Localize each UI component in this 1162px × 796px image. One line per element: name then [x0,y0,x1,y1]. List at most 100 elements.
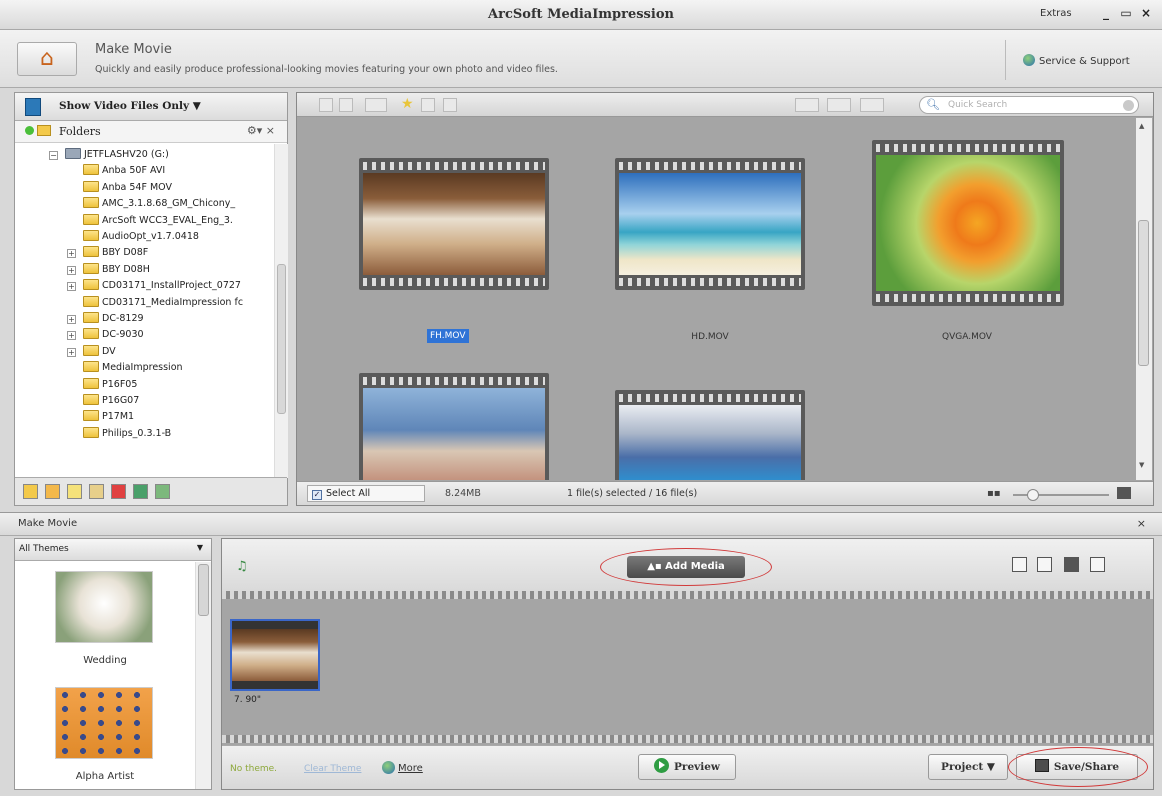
expand-icon[interactable]: + [67,249,76,259]
text-edit-icon[interactable] [1064,557,1079,572]
media-grid: FH.MOV HD.MOV QVGA.MOV [297,118,1135,480]
expand-icon[interactable]: + [67,331,76,341]
expand-icon[interactable]: + [67,265,76,275]
folder-tree-item[interactable]: + DC-9030 [67,328,144,344]
folder-tree-item[interactable]: − JETFLASHV20 (G:) [49,148,169,164]
rotate-left-icon[interactable] [319,98,333,112]
file-name-fh[interactable]: FH.MOV [427,329,469,343]
folder-tree-item[interactable]: ArcSoft WCC3_EVAL_Eng_3. [83,213,233,230]
clear-theme-link[interactable]: Clear Theme [304,764,361,774]
trash-icon[interactable] [1090,557,1105,572]
media-view-icon[interactable] [155,484,170,499]
folder-tree-item[interactable]: + DC-8129 [67,312,144,328]
search-icon: 🔍︎ [926,98,940,111]
media-thumbnail-qvga[interactable] [872,140,1064,306]
sort-icon[interactable] [827,98,851,112]
folder-tree-label: P17M1 [102,411,135,423]
play-icon [654,758,670,773]
folder-tree-item[interactable]: AMC_3.1.8.68_GM_Chicony_ [83,197,235,213]
folder-tree-item[interactable]: P17M1 [83,410,134,426]
rotate-left-icon[interactable] [1012,557,1027,572]
media-thumbnail-pool[interactable] [615,390,805,480]
folder-tree-item[interactable]: P16F05 [83,377,137,394]
folder-tree-item[interactable]: AudioOpt_v1.7.0418 [83,230,199,246]
select-all-checkbox[interactable]: ✓ Select All [307,485,425,502]
minimize-button[interactable]: _ [1098,6,1114,22]
folder-tree-item[interactable]: Anba 50F AVI [83,164,165,180]
photo-tag-icon[interactable] [133,484,148,499]
themes-scrollbar[interactable] [195,562,211,789]
quick-search-input[interactable]: 🔍︎ Quick Search [919,96,1139,114]
collapse-icon[interactable]: − [49,151,58,160]
file-filter-dropdown[interactable]: Show Video Files Only ▼ [15,93,287,121]
theme-wedding-label[interactable]: Wedding [35,655,175,666]
folder-tree-item[interactable]: + CD03171_InstallProject_0727 [67,279,241,295]
folders-view-icon[interactable] [23,484,38,499]
folder-tree-item[interactable]: + BBY D08H [67,262,150,279]
save-icon[interactable] [421,98,435,112]
folder-icon [83,377,99,389]
file-name-hd[interactable]: HD.MOV [675,332,745,342]
zoom-slider[interactable]: ▪▪ [987,487,1137,501]
folder-tree-label: BBY D08F [102,247,149,259]
expand-icon[interactable]: + [67,282,76,292]
albums-icon[interactable] [89,484,104,499]
folder-icon [83,328,99,340]
rotate-right-icon[interactable] [339,98,353,112]
theme-alpha-artist-label[interactable]: Alpha Artist [35,771,175,782]
folders-options-button[interactable]: ⚙▾ × [247,124,275,137]
layout-grid-icon[interactable] [795,98,819,112]
maximize-button[interactable]: ▭ [1118,6,1134,22]
themes-scroll-thumb[interactable] [198,564,209,616]
view-mode-icon[interactable] [365,98,387,112]
more-themes-link[interactable]: More [382,761,423,774]
make-movie-close-button[interactable]: × [1137,517,1146,530]
folder-tree-item[interactable]: Anba 54F MOV [83,180,172,197]
music-icon[interactable]: ♫ [236,559,248,574]
folder-tree-item[interactable]: + BBY D08F [67,246,149,262]
expand-icon[interactable]: + [67,347,76,357]
clear-search-icon[interactable] [1123,100,1134,111]
file-name-qvga[interactable]: QVGA.MOV [917,332,1017,342]
folder-icon [83,410,99,422]
media-thumbnail-fh[interactable] [359,158,549,290]
rotate-right-icon[interactable] [1037,557,1052,572]
page-title: Make Movie [95,42,172,57]
folder-tree-label: MediaImpression [102,362,183,374]
favorite-star-icon[interactable]: ★ [401,96,414,112]
folder-tree-item[interactable]: + DV [67,344,116,361]
group-icon[interactable] [860,98,884,112]
scroll-down-icon[interactable]: ▼ [1139,461,1144,469]
delete-icon[interactable] [443,98,457,112]
grid-scrollbar[interactable]: ▲ ▼ [1136,118,1152,480]
scroll-up-icon[interactable]: ▲ [1139,122,1144,130]
theme-alpha-artist-thumbnail[interactable] [55,687,153,759]
preview-button[interactable]: Preview [638,754,736,780]
zoom-knob[interactable] [1027,489,1039,501]
add-folder-icon[interactable] [25,126,34,135]
home-button[interactable]: ⌂ [17,42,77,76]
storyboard-clip[interactable] [230,619,320,691]
folder-tree-item[interactable]: Philips_0.3.1-B [83,426,171,443]
media-thumbnail-hd[interactable] [615,158,805,290]
close-button[interactable]: × [1138,6,1154,22]
media-thumbnail-family[interactable] [359,373,549,480]
themes-dropdown[interactable]: All Themes ▼ [15,539,211,561]
film-icon [25,98,41,116]
extras-menu[interactable]: Extras [1040,8,1072,19]
service-support-link[interactable]: Service & Support [1023,54,1130,67]
project-dropdown[interactable]: Project ▼ [928,754,1008,780]
folder-tree-item[interactable]: MediaImpression [83,361,183,377]
calendar-view-icon[interactable] [45,484,60,499]
more-label: More [398,763,423,774]
preview-label: Preview [674,761,720,773]
folder-tree-item[interactable]: P16G07 [83,394,139,410]
favorites-star-icon[interactable] [67,484,82,499]
tree-scroll-thumb[interactable] [277,264,286,414]
flag-icon[interactable] [111,484,126,499]
tree-scrollbar[interactable] [274,144,288,478]
folder-tree-item[interactable]: CD03171_MediaImpression fc [83,295,243,312]
expand-icon[interactable]: + [67,315,76,324]
theme-wedding-thumbnail[interactable] [55,571,153,643]
grid-scroll-thumb[interactable] [1138,220,1149,366]
